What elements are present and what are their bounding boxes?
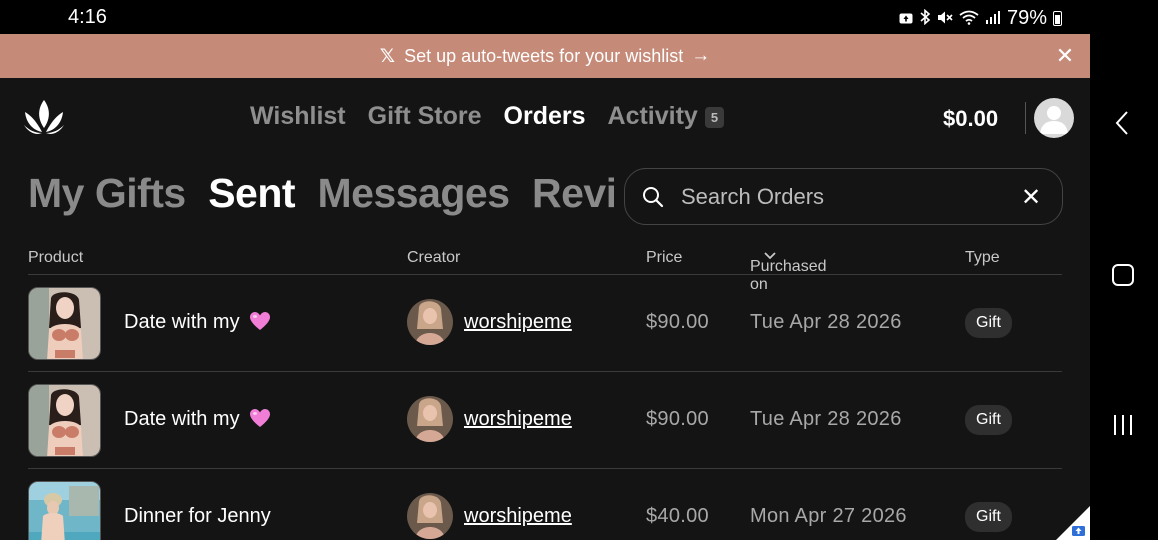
order-price: $90.00 [646, 408, 709, 430]
orders-table-header: Product Creator Price Purchased on Type [28, 240, 1062, 293]
order-type-badge: Gift [965, 502, 1012, 532]
banner-close-button[interactable]: ✕ [1052, 43, 1078, 69]
order-price: $40.00 [646, 505, 709, 527]
product-name[interactable]: Date with my [124, 311, 271, 334]
product-thumbnail[interactable] [28, 384, 101, 457]
product-thumbnail[interactable] [28, 481, 101, 540]
promo-banner[interactable]: 𝕏 Set up auto-tweets for your wishlist →… [0, 34, 1090, 78]
creator-link[interactable]: worshipeme [464, 311, 572, 334]
column-type: Type [965, 249, 1000, 266]
battery-percent: 79% [1006, 7, 1047, 29]
creator-link[interactable]: worshipeme [464, 408, 572, 431]
product-name-text: Date with my [124, 408, 240, 430]
order-date: Mon Apr 27 2026 [750, 505, 907, 527]
tab-sent[interactable]: Sent [208, 170, 295, 217]
table-row[interactable]: Dinner for Jenny worshipeme $40.00 Mon A… [28, 469, 1062, 540]
wallet-balance[interactable]: $0.00 [943, 106, 998, 132]
app-window: 𝕏 Set up auto-tweets for your wishlist →… [0, 34, 1090, 540]
product-name[interactable]: Date with my [124, 408, 271, 431]
search-orders-box: ✕ [624, 168, 1063, 225]
arrow-right-icon: → [691, 45, 711, 66]
home-icon[interactable] [1110, 262, 1136, 293]
nav-gift-store[interactable]: Gift Store [368, 102, 482, 131]
column-product: Product [28, 249, 84, 266]
nav-divider [1025, 102, 1026, 134]
status-bar: 4:16 79% [0, 0, 1158, 34]
product-thumbnail[interactable] [28, 287, 101, 360]
creator-link[interactable]: worshipeme [464, 505, 572, 528]
creator-avatar[interactable] [407, 493, 453, 539]
signal-icon [985, 10, 1001, 27]
column-creator: Creator [407, 249, 461, 266]
banner-text[interactable]: Set up auto-tweets for your wishlist [404, 46, 683, 67]
recent-apps-icon[interactable] [1110, 412, 1136, 443]
search-icon [641, 185, 665, 209]
nav-wishlist[interactable]: Wishlist [250, 102, 346, 131]
creator-avatar[interactable] [407, 396, 453, 442]
pink-heart-icon [250, 312, 271, 330]
tab-messages[interactable]: Messages [318, 170, 511, 217]
top-nav: Wishlist Gift Store Orders Activity 5 $0… [0, 78, 1090, 156]
order-date: Tue Apr 28 2026 [750, 408, 902, 430]
search-input[interactable] [681, 179, 1011, 215]
pink-heart-icon [250, 409, 271, 427]
status-icons: 79% [899, 7, 1062, 30]
android-nav-bar [1090, 34, 1158, 540]
user-avatar[interactable] [1034, 98, 1074, 138]
activity-count-badge: 5 [704, 107, 725, 128]
nav-activity[interactable]: Activity [608, 102, 698, 131]
table-row[interactable]: Date with my worshipeme $90.00 Tue Apr 2… [28, 275, 1062, 372]
wifi-icon [959, 10, 979, 28]
mute-icon [937, 10, 953, 28]
column-purchased-on-sort[interactable]: Purchased on [750, 249, 827, 293]
search-clear-button[interactable]: ✕ [1016, 182, 1046, 212]
order-subtabs: My Gifts Sent Messages Reviews [28, 170, 614, 226]
order-type-badge: Gift [965, 405, 1012, 435]
main-nav: Wishlist Gift Store Orders Activity 5 [250, 102, 725, 131]
app-logo-icon[interactable] [22, 98, 66, 136]
table-row[interactable]: Date with my worshipeme $90.00 Tue Apr 2… [28, 372, 1062, 469]
tab-reviews[interactable]: Reviews [532, 170, 614, 217]
order-date: Tue Apr 28 2026 [750, 311, 902, 333]
order-type-badge: Gift [965, 308, 1012, 338]
page-corner-icon[interactable] [1056, 506, 1090, 540]
column-price: Price [646, 249, 683, 266]
order-price: $90.00 [646, 311, 709, 333]
bluetooth-icon [919, 8, 931, 28]
product-name[interactable]: Dinner for Jenny [124, 505, 271, 528]
back-icon[interactable] [1110, 110, 1136, 141]
tab-my-gifts[interactable]: My Gifts [28, 170, 186, 217]
nav-orders[interactable]: Orders [504, 102, 586, 131]
screenshot-icon [899, 11, 913, 27]
creator-avatar[interactable] [407, 299, 453, 345]
status-clock: 4:16 [68, 6, 107, 28]
x-logo-icon: 𝕏 [379, 45, 396, 67]
product-name-text: Date with my [124, 311, 240, 333]
battery-icon [1053, 11, 1062, 26]
